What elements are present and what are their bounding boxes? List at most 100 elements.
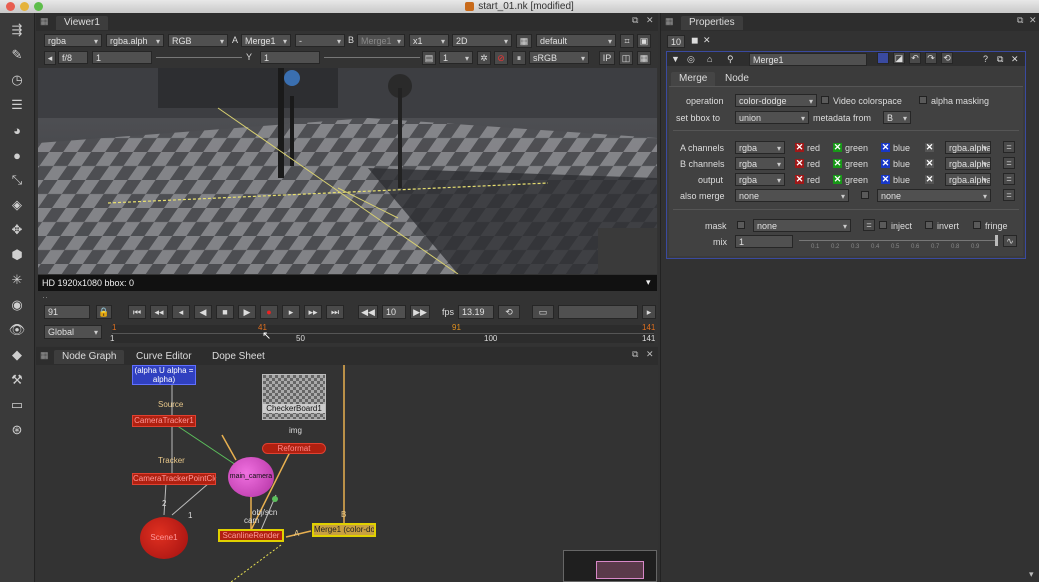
tab-properties[interactable]: Properties: [681, 16, 743, 30]
views-tool-icon[interactable]: 👁: [8, 321, 26, 339]
out-alpha-select[interactable]: rgba.alpha: [945, 173, 991, 186]
region-icon[interactable]: ◫: [619, 51, 633, 65]
safe-area-icon[interactable]: ▦: [637, 51, 651, 65]
timeline-scroll-right[interactable]: ▸: [642, 305, 656, 319]
properties-float-icon[interactable]: ⧉: [1017, 15, 1023, 26]
other-tool-icon[interactable]: ▭: [8, 396, 26, 414]
scene-node[interactable]: Scene1: [140, 517, 188, 559]
invert-checkbox[interactable]: [925, 221, 933, 229]
output-link[interactable]: =: [1003, 173, 1015, 185]
roi-icon[interactable]: ⌗: [620, 34, 634, 48]
gain-field[interactable]: 1: [92, 51, 152, 64]
undo-icon[interactable]: ↶: [909, 52, 921, 64]
prev-keyframe-button[interactable]: ◂◂: [150, 305, 168, 319]
graph-pane-menu-icon[interactable]: ▦: [40, 350, 49, 361]
close-window-button[interactable]: [6, 2, 15, 11]
b-red-toggle[interactable]: ✕: [795, 159, 804, 168]
viewer-image[interactable]: [38, 68, 657, 274]
3d-tool-icon[interactable]: ⬢: [8, 246, 26, 264]
graph-close-icon[interactable]: ✕: [646, 349, 654, 360]
collapse-panel-icon[interactable]: ▼: [671, 54, 680, 64]
view-mode-select[interactable]: 2D: [452, 34, 512, 47]
a-alpha-select[interactable]: rgba.alpha: [945, 141, 991, 154]
lock-icon[interactable]: 🔒: [96, 305, 112, 319]
wipe-icon[interactable]: ⏸: [512, 51, 526, 65]
timeline-handle-icon[interactable]: ··: [42, 292, 48, 302]
zoom-select[interactable]: x1: [409, 34, 449, 47]
metadata-tool-icon[interactable]: ◆: [8, 346, 26, 364]
stop-render-icon[interactable]: ⊘: [494, 51, 508, 65]
prev-frame-button[interactable]: ◂: [172, 305, 190, 319]
out-blue-toggle[interactable]: ✕: [881, 175, 890, 184]
play-forward-button[interactable]: ▶: [238, 305, 256, 319]
record-button[interactable]: ●: [260, 305, 278, 319]
point-cloud-node[interactable]: CameraTrackerPointCloud1: [132, 473, 216, 485]
furnace-tool-icon[interactable]: ⊛: [8, 421, 26, 439]
range-select[interactable]: Global: [44, 325, 102, 339]
graph-float-icon[interactable]: ⧉: [632, 349, 638, 360]
properties-menu-icon[interactable]: ▦: [665, 16, 674, 27]
panel-float-icon[interactable]: ⧉: [997, 54, 1003, 65]
deep-tool-icon[interactable]: ◉: [8, 296, 26, 314]
fps-field[interactable]: 13.19: [458, 305, 494, 319]
filter-tool-icon[interactable]: ●: [8, 146, 26, 164]
also-merge-link[interactable]: =: [1003, 189, 1015, 201]
node-graph-canvas[interactable]: (alpha U alpha = alpha) Source CameraTra…: [36, 365, 658, 582]
pin-icon[interactable]: ⚲: [727, 54, 734, 65]
colorspace-select[interactable]: sRGB: [529, 51, 589, 64]
frame-range-field[interactable]: [558, 305, 638, 319]
inject-checkbox[interactable]: [879, 221, 887, 229]
camera-tracker-node[interactable]: CameraTracker1: [132, 415, 196, 427]
fstop-field[interactable]: f/8: [58, 51, 88, 64]
proxy-icon[interactable]: ▤: [422, 51, 436, 65]
video-colorspace-checkbox[interactable]: [821, 96, 829, 104]
shuffle-node[interactable]: (alpha U alpha = alpha): [132, 365, 196, 385]
clear-panels-icon[interactable]: ◼: [691, 35, 698, 46]
skip-increment-field[interactable]: 10: [382, 305, 406, 319]
camera-node[interactable]: main_camera: [228, 457, 274, 497]
alpha-masking-checkbox[interactable]: [919, 96, 927, 104]
gain-slider[interactable]: [156, 57, 242, 58]
a-channels-select[interactable]: rgba: [735, 141, 785, 154]
overlay-icon[interactable]: ▣: [637, 34, 651, 48]
b-channels-select[interactable]: rgba: [735, 157, 785, 170]
navigator-minimap[interactable]: [563, 550, 657, 582]
node-hat-icon[interactable]: ⌂: [707, 54, 712, 64]
composite-mode-select[interactable]: -: [295, 34, 345, 47]
panel-close-icon[interactable]: ✕: [1011, 54, 1019, 65]
out-green-toggle[interactable]: ✕: [833, 175, 842, 184]
tab-node-graph[interactable]: Node Graph: [54, 350, 125, 364]
a-channels-link[interactable]: =: [1003, 141, 1015, 153]
tab-viewer1[interactable]: Viewer1: [56, 16, 108, 30]
scroll-down-icon[interactable]: ▾: [1029, 569, 1034, 580]
skip-back-button[interactable]: ◀◀: [358, 305, 378, 319]
tab-node[interactable]: Node: [717, 72, 757, 86]
operation-select[interactable]: color-dodge: [735, 94, 817, 107]
current-frame-field[interactable]: 91: [44, 305, 90, 319]
next-frame-button[interactable]: ▸: [282, 305, 300, 319]
tab-curve-editor[interactable]: Curve Editor: [128, 350, 200, 364]
b-green-toggle[interactable]: ✕: [833, 159, 842, 168]
checkerboard-node[interactable]: CheckerBoard1: [262, 374, 326, 420]
skip-forward-button[interactable]: ▶▶: [410, 305, 430, 319]
metadata-select[interactable]: B: [883, 111, 911, 124]
ip-button[interactable]: IP: [599, 51, 615, 65]
b-channels-link[interactable]: =: [1003, 157, 1015, 169]
also-merge-select[interactable]: none: [735, 189, 849, 202]
info-expand-icon[interactable]: ▾: [646, 277, 651, 288]
tab-merge[interactable]: Merge: [671, 72, 716, 86]
properties-close-icon[interactable]: ✕: [1029, 15, 1037, 26]
gamma-field[interactable]: 1: [260, 51, 320, 64]
navigator-viewport[interactable]: [596, 561, 644, 579]
a-alpha-toggle[interactable]: ✕: [925, 143, 934, 152]
also-merge-checkbox[interactable]: [861, 191, 869, 199]
merge-node[interactable]: Merge1 (color-dodge): [312, 523, 376, 537]
stop-button[interactable]: ■: [216, 305, 234, 319]
mask-link[interactable]: =: [863, 219, 875, 231]
a-red-toggle[interactable]: ✕: [795, 143, 804, 152]
close-all-panels-icon[interactable]: ✕: [703, 35, 711, 46]
proxy-select[interactable]: 1: [439, 51, 473, 64]
timeline-ruler[interactable]: 1 1 50 100 141 141 41 91 ↖: [110, 323, 655, 343]
bbox-select[interactable]: union: [735, 111, 809, 124]
lut-icon[interactable]: ▦: [516, 34, 532, 48]
